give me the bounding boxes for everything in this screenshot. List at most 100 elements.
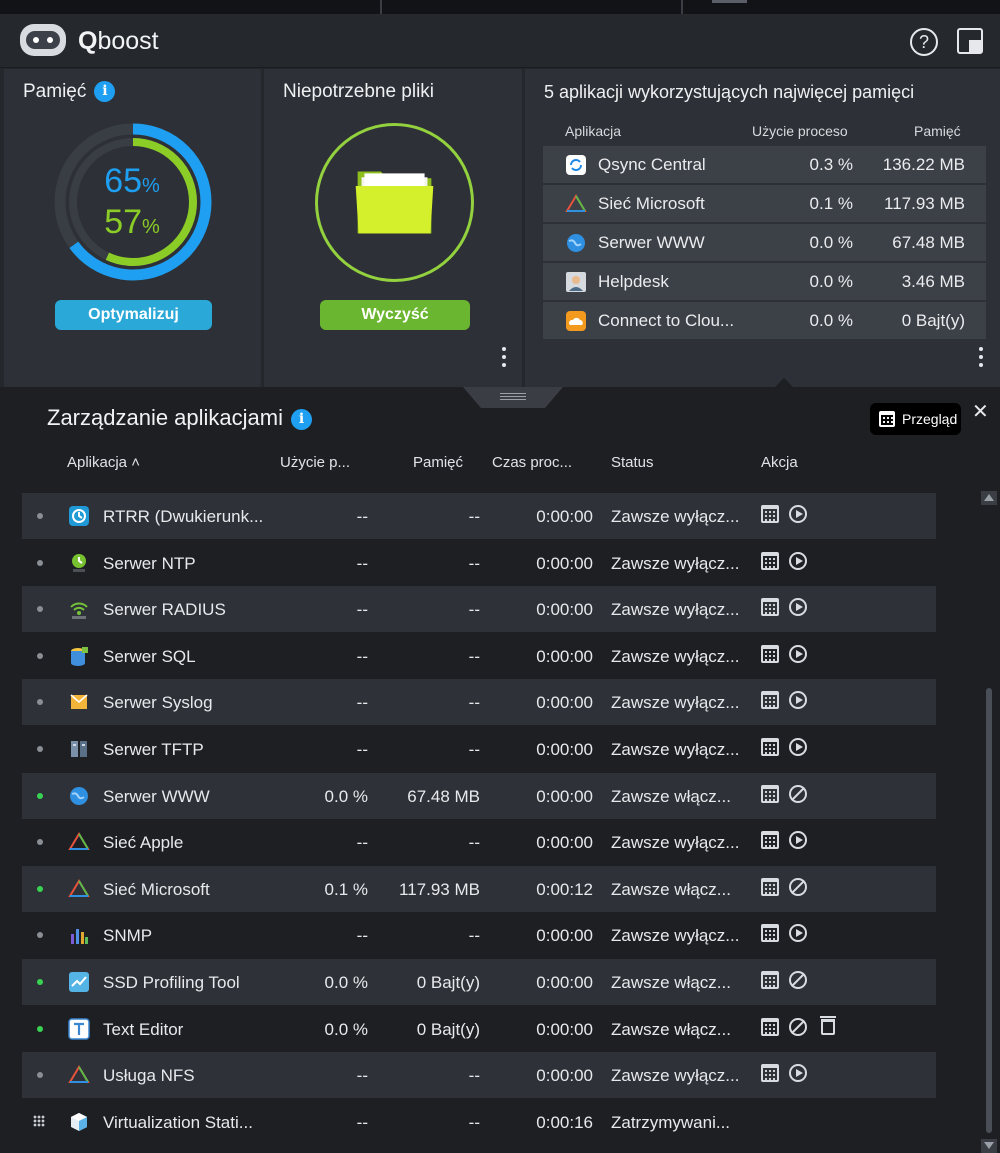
schedule-calendar-icon[interactable] <box>761 691 779 710</box>
optimize-button[interactable]: Optymalizuj <box>55 300 212 330</box>
table-row[interactable]: Virtualization Stati... -- -- 0:00:16 Zatrzy… <box>22 1099 936 1145</box>
process-time: 0:00:00 <box>536 553 593 573</box>
schedule-calendar-icon[interactable] <box>761 1064 779 1083</box>
status-dot <box>37 513 43 519</box>
status-dot <box>37 606 43 613</box>
start-icon[interactable] <box>789 505 807 523</box>
table-row[interactable]: Usługa NFS -- -- 0:00:00 Zawsze wyłącz... <box>22 1052 936 1099</box>
top-app-row[interactable]: Qsync Central 0.3 % 136.22 MB <box>543 146 986 183</box>
memory-usage: -- <box>468 1112 480 1132</box>
status-text: Zawsze włącz... <box>611 786 731 806</box>
status-text: Zawsze wyłącz... <box>611 1066 740 1086</box>
scroll-up-button[interactable] <box>981 491 997 505</box>
status-text: Zatrzymywani... <box>611 1112 731 1132</box>
table-row[interactable]: RTRR (Dwukierunk... -- -- 0:00:00 Zawsze wył… <box>22 493 936 539</box>
table-row[interactable]: Serwer Syslog -- -- 0:00:00 Zawsze wyłącz... <box>22 679 936 726</box>
top-apps-title: 5 aplikacji wykorzystujących najwięcej p… <box>544 82 915 102</box>
col-header-memory: Pamięć <box>914 123 961 139</box>
process-time: 0:00:00 <box>536 786 593 806</box>
resize-handle[interactable] <box>463 387 563 408</box>
top-app-row[interactable]: Sieć Microsoft 0.1 % 117.93 MB <box>543 185 986 222</box>
process-time: 0:00:00 <box>536 926 593 946</box>
schedule-calendar-icon[interactable] <box>761 784 779 803</box>
start-icon[interactable] <box>789 924 807 943</box>
globe-icon <box>68 785 90 807</box>
cpu-usage: -- <box>356 600 368 620</box>
schedule-calendar-icon[interactable] <box>761 877 779 896</box>
app-name: Serwer NTP <box>103 553 196 573</box>
start-icon[interactable] <box>789 1064 807 1083</box>
info-icon[interactable]: i <box>291 409 312 430</box>
cpu-usage: -- <box>356 693 368 713</box>
clean-button[interactable]: Wyczyść <box>320 300 470 330</box>
table-row[interactable]: SSD Profiling Tool 0.0 % 0 Bajt(y) 0:00:00 Z… <box>22 959 936 1005</box>
col-header-action: Akcja <box>761 454 798 471</box>
table-row[interactable]: Serwer NTP -- -- 0:00:00 Zawsze wyłącz... <box>22 540 936 586</box>
table-row[interactable]: Serwer WWW 0.0 % 67.48 MB 0:00:00 Zawsze włą… <box>22 772 936 819</box>
schedule-calendar-icon[interactable] <box>761 971 779 989</box>
stop-icon[interactable] <box>789 784 807 803</box>
memory-gauge <box>54 123 212 281</box>
junk-files-panel: Niepotrzebne pliki Wyczyść <box>264 69 522 387</box>
table-row[interactable]: SNMP -- -- 0:00:00 Zawsze wyłącz... <box>22 912 936 958</box>
cpu-usage: -- <box>356 507 368 526</box>
table-row[interactable]: Serwer TFTP -- -- 0:00:00 Zawsze wyłącz... <box>22 726 936 772</box>
col-header-time[interactable]: Czas proc... <box>492 454 572 471</box>
close-icon[interactable]: ✕ <box>972 399 989 424</box>
memory-usage: -- <box>468 740 480 759</box>
status-dot <box>37 1072 43 1079</box>
memory-title: Pamięć i <box>23 81 116 103</box>
start-icon[interactable] <box>789 738 807 756</box>
stop-icon[interactable] <box>789 877 807 896</box>
radius-icon <box>68 598 90 620</box>
table-row[interactable]: Serwer SQL -- -- 0:00:00 Zawsze wyłącz... <box>22 633 936 679</box>
start-icon[interactable] <box>789 644 807 663</box>
start-icon[interactable] <box>789 598 807 617</box>
panel-pointer <box>775 378 793 387</box>
folder-icon <box>355 171 434 234</box>
more-options-icon[interactable] <box>978 347 984 369</box>
schedule-calendar-icon[interactable] <box>761 551 779 570</box>
top-app-row[interactable]: Helpdesk 0.0 % 3.46 MB <box>543 263 986 300</box>
schedule-calendar-icon[interactable] <box>761 644 779 663</box>
trash-icon[interactable] <box>820 1015 836 1035</box>
schedule-calendar-icon[interactable] <box>761 738 779 756</box>
app-name: Serwer Syslog <box>103 693 213 713</box>
stop-icon[interactable] <box>789 1017 807 1036</box>
app-name: SSD Profiling Tool <box>103 973 240 992</box>
more-options-icon[interactable] <box>501 347 507 369</box>
col-header-status[interactable]: Status <box>611 454 654 471</box>
scrollbar-thumb[interactable] <box>986 688 992 1133</box>
col-header-app[interactable]: Aplikacja ˄ <box>67 454 140 471</box>
table-row[interactable]: Sieć Microsoft 0.1 % 117.93 MB 0:00:12 Zawsz… <box>22 865 936 912</box>
schedule-calendar-icon[interactable] <box>761 831 779 850</box>
status-text: Zawsze włącz... <box>611 973 731 992</box>
cpu-usage: 0.0 % <box>324 1019 368 1039</box>
table-row[interactable]: Text Editor 0.0 % 0 Bajt(y) 0:00:00 Zawsze w… <box>22 1006 936 1052</box>
cpu-usage: 0.0 % <box>809 233 853 252</box>
status-text: Zawsze wyłącz... <box>611 646 740 666</box>
col-header-memory[interactable]: Pamięć <box>413 454 463 471</box>
qboost-logo-icon <box>20 24 66 56</box>
schedule-calendar-icon[interactable] <box>761 924 779 943</box>
schedule-calendar-icon[interactable] <box>761 598 779 617</box>
help-icon[interactable]: ? <box>910 28 938 56</box>
top-app-row[interactable]: Serwer WWW 0.0 % 67.48 MB <box>543 224 986 261</box>
table-row[interactable]: Sieć Apple -- -- 0:00:00 Zawsze wyłącz... <box>22 819 936 865</box>
col-header-usage[interactable]: Użycie p... <box>280 454 350 471</box>
stop-icon[interactable] <box>789 971 807 989</box>
schedule-calendar-icon[interactable] <box>761 1017 779 1036</box>
table-row[interactable]: Serwer RADIUS -- -- 0:00:00 Zawsze wyłącz... <box>22 586 936 633</box>
tftp-icon <box>68 738 90 760</box>
top-apps-panel: 5 aplikacji wykorzystujących najwięcej p… <box>525 69 1000 387</box>
overview-button[interactable]: Przegląd <box>870 403 961 435</box>
schedule-calendar-icon[interactable] <box>761 505 779 523</box>
start-icon[interactable] <box>789 831 807 850</box>
restore-window-icon[interactable] <box>957 28 983 54</box>
start-icon[interactable] <box>789 691 807 710</box>
memory-usage: 0 Bajt(y) <box>416 973 480 992</box>
top-app-row[interactable]: Connect to Clou... 0.0 % 0 Bajt(y) <box>543 302 986 339</box>
start-icon[interactable] <box>789 551 807 570</box>
status-text: Zawsze wyłącz... <box>611 833 740 853</box>
info-icon[interactable]: i <box>94 81 116 102</box>
